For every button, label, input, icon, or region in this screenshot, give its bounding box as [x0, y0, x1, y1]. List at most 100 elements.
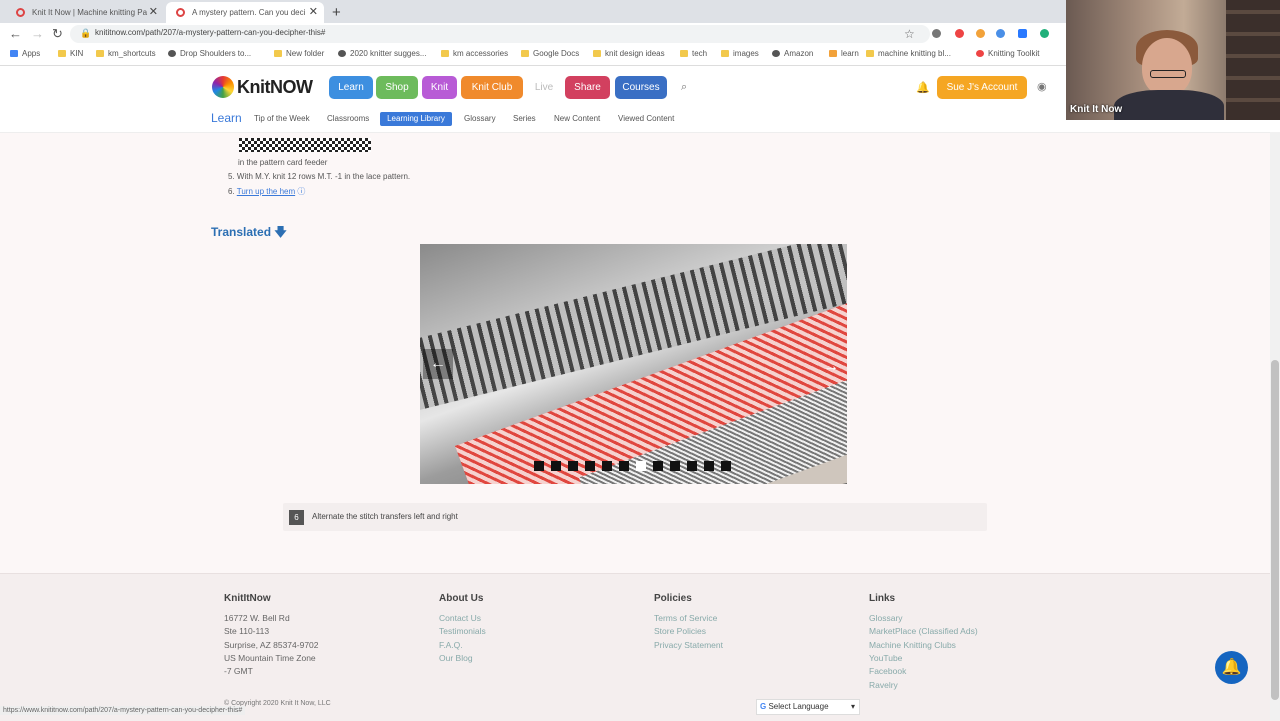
- extension-icon[interactable]: [996, 29, 1005, 38]
- bookmark-star-icon[interactable]: ☆: [904, 27, 915, 41]
- webcam-label: Knit It Now: [1070, 104, 1123, 115]
- bookmark-item[interactable]: KIN: [58, 49, 83, 58]
- bookmark-item[interactable]: 2020 knitter sugges...: [338, 49, 427, 58]
- footer-address-line: 16772 W. Bell Rd: [224, 613, 290, 623]
- subnav-section-title[interactable]: Learn: [211, 111, 242, 125]
- footer-link-clubs[interactable]: Machine Knitting Clubs: [869, 640, 956, 650]
- image-slider[interactable]: [420, 244, 847, 484]
- footer-link-marketplace[interactable]: MarketPlace (Classified Ads): [869, 626, 978, 636]
- bookmark-item[interactable]: machine knitting bl...: [866, 49, 951, 58]
- bookmark-item[interactable]: km_shortcuts: [96, 49, 156, 58]
- nav-knit-button[interactable]: Knit: [422, 76, 457, 99]
- nav-live-button[interactable]: Live: [527, 76, 561, 99]
- nav-share-button[interactable]: Share: [565, 76, 610, 99]
- bookmark-item[interactable]: Google Docs: [521, 49, 579, 58]
- scrollbar-thumb[interactable]: [1271, 360, 1279, 700]
- slider-dot[interactable]: [534, 461, 544, 471]
- close-tab-icon[interactable]: ✕: [309, 2, 318, 23]
- subnav-viewed-content[interactable]: Viewed Content: [618, 114, 674, 123]
- subnav-tip-of-the-week[interactable]: Tip of the Week: [254, 114, 310, 123]
- browser-tab-1[interactable]: Knit It Now | Machine knitting Pa ✕: [6, 2, 164, 23]
- subnav-classrooms[interactable]: Classrooms: [327, 114, 369, 123]
- pattern-card-row: [239, 147, 371, 150]
- nav-learn-button[interactable]: Learn: [329, 76, 373, 99]
- bookmark-item[interactable]: knit design ideas: [593, 49, 665, 58]
- footer-link-testimonials[interactable]: Testimonials: [439, 626, 486, 636]
- subnav-learning-library[interactable]: Learning Library: [380, 112, 452, 126]
- user-avatar-icon[interactable]: ◉: [1037, 80, 1047, 93]
- footer-link-terms[interactable]: Terms of Service: [654, 613, 717, 623]
- footer-link-facebook[interactable]: Facebook: [869, 666, 906, 676]
- footer-address-line: Surprise, AZ 85374-9702: [224, 640, 319, 650]
- bookmark-item[interactable]: Drop Shoulders to...: [168, 49, 251, 58]
- knitnow-logo-icon[interactable]: [212, 76, 234, 98]
- turn-up-hem-link[interactable]: Turn up the hem: [237, 187, 295, 196]
- slider-dot[interactable]: [653, 461, 663, 471]
- footer-link-contact-us[interactable]: Contact Us: [439, 613, 481, 623]
- step-6-number: 6.: [228, 187, 235, 196]
- step-description: Alternate the stitch transfers left and …: [312, 512, 458, 521]
- slider-dot[interactable]: [551, 461, 561, 471]
- step-number-badge: 6: [289, 510, 304, 525]
- bookmark-item[interactable]: Amazon: [772, 49, 813, 58]
- language-select[interactable]: G Select Language ▾: [756, 699, 860, 715]
- footer-link-faq[interactable]: F.A.Q.: [439, 640, 463, 650]
- slider-dot[interactable]: [636, 461, 646, 471]
- footer-links-heading: Links: [869, 593, 896, 604]
- account-button[interactable]: Sue J's Account: [937, 76, 1027, 99]
- language-select-label: Select Language: [768, 702, 829, 711]
- subnav-glossary[interactable]: Glossary: [464, 114, 496, 123]
- extension-icon[interactable]: [1018, 29, 1027, 38]
- url-text[interactable]: knititnow.com/path/207/a-mystery-pattern…: [95, 28, 325, 37]
- search-icon[interactable]: ⌕: [681, 81, 687, 94]
- footer-link-store-policies[interactable]: Store Policies: [654, 626, 706, 636]
- footer-link-youtube[interactable]: YouTube: [869, 653, 902, 663]
- slider-prev-arrow-icon[interactable]: ←: [423, 349, 453, 379]
- nav-shop-button[interactable]: Shop: [376, 76, 418, 99]
- bookmark-item[interactable]: New folder: [274, 49, 324, 58]
- slider-dot[interactable]: [568, 461, 578, 471]
- footer-address-line: -7 GMT: [224, 666, 253, 676]
- info-icon[interactable]: ⓘ: [297, 187, 305, 196]
- extension-icon[interactable]: [1040, 29, 1049, 38]
- tab-title: A mystery pattern. Can you deci: [192, 8, 306, 17]
- instruction-step-5: 5. With M.Y. knit 12 rows M.T. -1 in the…: [228, 172, 411, 181]
- notification-bell-icon[interactable]: 🔔: [916, 81, 930, 94]
- tab-favicon-icon: [16, 8, 25, 17]
- close-tab-icon[interactable]: ✕: [149, 2, 158, 23]
- slider-dot[interactable]: [670, 461, 680, 471]
- bookmark-item[interactable]: learn: [829, 49, 859, 58]
- forward-icon[interactable]: →: [31, 26, 44, 42]
- slider-dot[interactable]: [721, 461, 731, 471]
- nav-knit-club-button[interactable]: Knit Club: [461, 76, 523, 99]
- bookmark-item[interactable]: km accessories: [441, 49, 508, 58]
- footer-link-blog[interactable]: Our Blog: [439, 653, 473, 663]
- subnav-series[interactable]: Series: [513, 114, 536, 123]
- back-icon[interactable]: ←: [9, 26, 22, 42]
- subnav-new-content[interactable]: New Content: [554, 114, 600, 123]
- nav-courses-button[interactable]: Courses: [615, 76, 667, 99]
- bookmark-item[interactable]: Apps: [10, 49, 40, 58]
- slider-dot[interactable]: [602, 461, 612, 471]
- footer-link-privacy[interactable]: Privacy Statement: [654, 640, 723, 650]
- slider-next-arrow-icon[interactable]: →: [816, 352, 846, 382]
- lock-icon: 🔒: [80, 28, 92, 38]
- slider-dot[interactable]: [687, 461, 697, 471]
- slider-dot[interactable]: [585, 461, 595, 471]
- bookmark-item[interactable]: tech: [680, 49, 707, 58]
- bookmark-item[interactable]: images: [721, 49, 759, 58]
- slider-dot[interactable]: [704, 461, 714, 471]
- new-tab-button[interactable]: +: [332, 2, 341, 23]
- extension-icon[interactable]: [932, 29, 941, 38]
- browser-tab-2[interactable]: A mystery pattern. Can you deci ✕: [166, 2, 324, 23]
- bookmark-item[interactable]: Knitting Toolkit: [976, 49, 1039, 58]
- feeder-text: in the pattern card feeder: [238, 158, 328, 167]
- footer-link-glossary[interactable]: Glossary: [869, 613, 903, 623]
- slider-dot[interactable]: [619, 461, 629, 471]
- extension-icon[interactable]: [955, 29, 964, 38]
- reload-icon[interactable]: ↻: [52, 26, 63, 42]
- footer-link-ravelry[interactable]: Ravelry: [869, 680, 898, 690]
- extension-icon[interactable]: [976, 29, 985, 38]
- site-logo[interactable]: KnitNOW: [237, 77, 313, 98]
- notification-bell-icon[interactable]: 🔔: [1215, 651, 1248, 684]
